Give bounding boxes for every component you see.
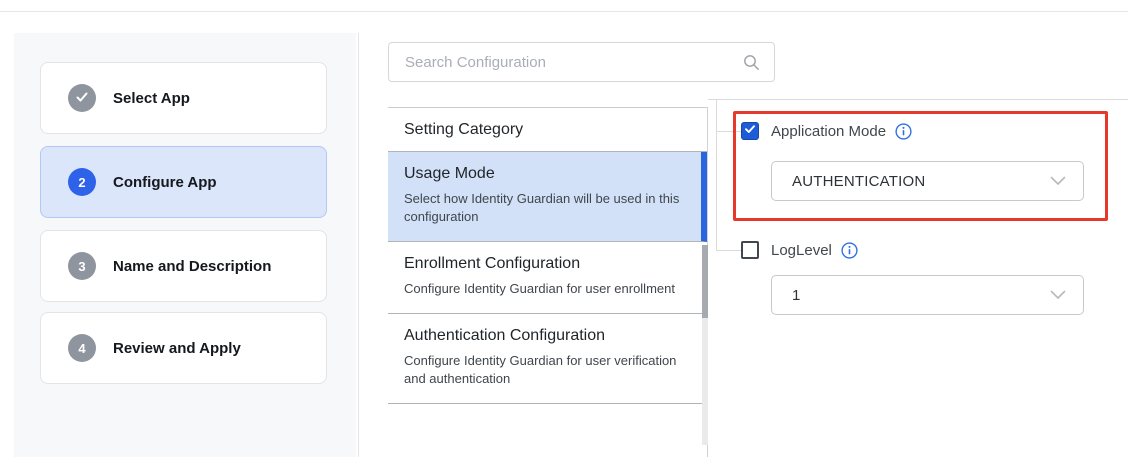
- application-mode-dropdown[interactable]: AUTHENTICATION: [771, 161, 1084, 201]
- detail-panel-top-border: [708, 99, 1128, 100]
- loglevel-label-row: LogLevel: [771, 241, 858, 259]
- dropdown-value: 1: [792, 287, 801, 304]
- stepper-content-divider: [358, 33, 359, 457]
- category-usage-mode[interactable]: Usage Mode Select how Identity Guardian …: [388, 152, 707, 242]
- page-top-divider: [0, 11, 1128, 12]
- step-label: Select App: [113, 90, 190, 107]
- search-icon: [743, 54, 760, 71]
- tree-connector-stub: [716, 131, 741, 132]
- tree-connector-stub: [716, 250, 741, 251]
- category-title: Authentication Configuration: [404, 327, 691, 345]
- step-review-and-apply[interactable]: 4 Review and Apply: [40, 312, 327, 384]
- info-icon[interactable]: [895, 123, 912, 140]
- step-number-badge: 4: [68, 334, 96, 362]
- category-enrollment-configuration[interactable]: Enrollment Configuration Configure Ident…: [388, 242, 707, 314]
- wizard-stepper: Select App 2 Configure App 3 Name and De…: [14, 33, 356, 457]
- step-number-badge: 2: [68, 168, 96, 196]
- step-completed-indicator: [68, 84, 96, 112]
- check-icon: [75, 90, 89, 107]
- field-label: Application Mode: [771, 123, 886, 140]
- application-mode-checkbox[interactable]: [741, 122, 759, 140]
- info-icon[interactable]: [841, 242, 858, 259]
- step-configure-app[interactable]: 2 Configure App: [40, 146, 327, 218]
- chevron-down-icon: [1050, 290, 1066, 300]
- step-label: Review and Apply: [113, 340, 241, 357]
- list-scrollbar-track: [702, 318, 708, 445]
- step-label: Name and Description: [113, 258, 271, 275]
- step-label: Configure App: [113, 174, 217, 191]
- step-select-app[interactable]: Select App: [40, 62, 327, 134]
- category-description: Select how Identity Guardian will be use…: [404, 190, 684, 226]
- dropdown-value: AUTHENTICATION: [792, 173, 925, 190]
- list-scrollbar-thumb[interactable]: [702, 245, 708, 318]
- application-mode-label-row: Application Mode: [771, 122, 912, 140]
- category-title: Usage Mode: [404, 165, 685, 183]
- step-number-badge: 3: [68, 252, 96, 280]
- loglevel-dropdown[interactable]: 1: [771, 275, 1084, 315]
- category-title: Enrollment Configuration: [404, 255, 691, 273]
- category-description: Configure Identity Guardian for user enr…: [404, 280, 684, 298]
- category-authentication-configuration[interactable]: Authentication Configuration Configure I…: [388, 314, 707, 404]
- setting-category-list: Setting Category Usage Mode Select how I…: [388, 107, 708, 457]
- category-description: Configure Identity Guardian for user ver…: [404, 352, 684, 388]
- tree-connector-line: [716, 100, 717, 251]
- check-icon: [744, 122, 756, 140]
- search-configuration-box: [388, 42, 775, 82]
- field-label: LogLevel: [771, 242, 832, 259]
- search-input[interactable]: [389, 54, 743, 71]
- chevron-down-icon: [1050, 176, 1066, 186]
- step-name-and-description[interactable]: 3 Name and Description: [40, 230, 327, 302]
- loglevel-checkbox[interactable]: [741, 241, 759, 259]
- list-header: Setting Category: [388, 108, 707, 152]
